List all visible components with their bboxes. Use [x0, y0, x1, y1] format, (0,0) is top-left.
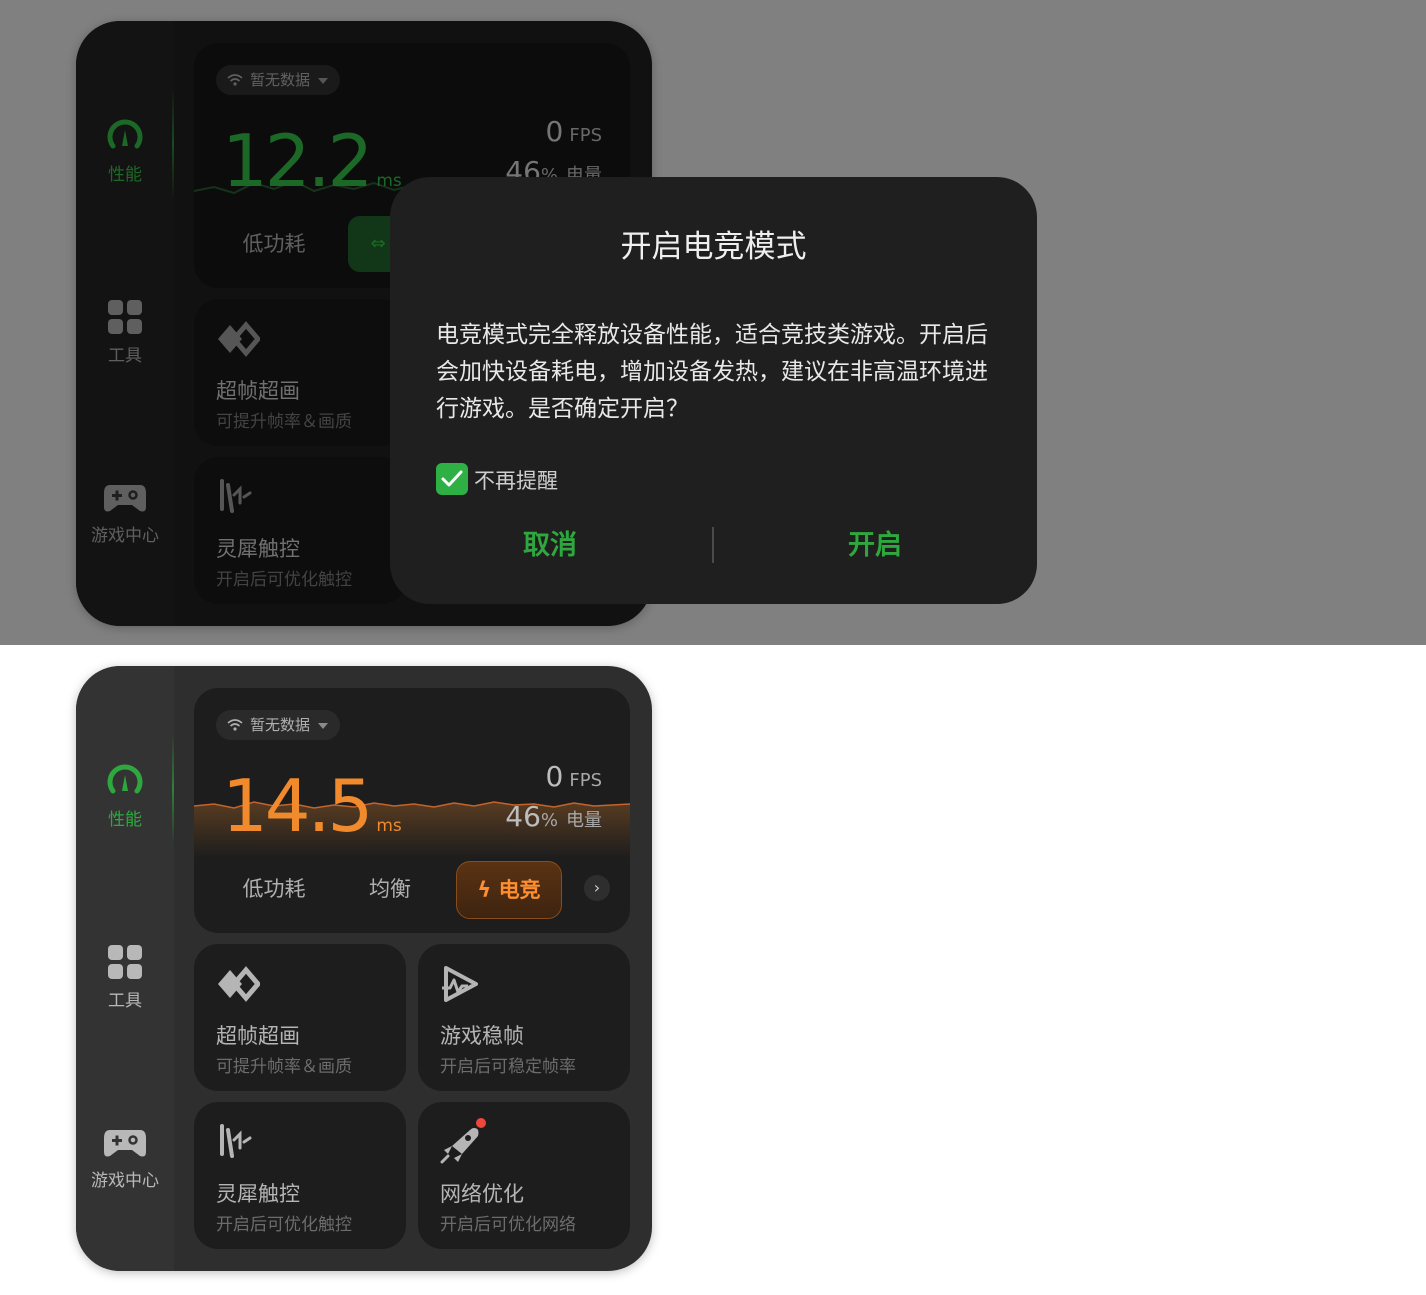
dialog-title: 开启电竞模式 [620, 229, 807, 265]
gamepad-icon [104, 1130, 146, 1157]
chevron-down-icon [318, 723, 329, 729]
battery-percent-sign: % [540, 810, 558, 831]
notification-badge [476, 1118, 486, 1128]
nav-performance-label: 性能 [108, 810, 142, 830]
fps-unit: FPS [569, 770, 602, 791]
card-super-frame[interactable]: 超帧超画 可提升帧率＆画质 [194, 944, 406, 1091]
card-touch-sub: 开启后可优化触控 [216, 1215, 352, 1235]
play-pulse-icon [442, 966, 478, 1002]
mode-low-power[interactable]: 低功耗 [224, 861, 324, 917]
mode-balanced[interactable]: 均衡 [350, 861, 430, 917]
performance-monitor: 暂无数据 14.5 ms 0 FPS 46% 电量 低功耗 均衡 ϟ 电竞 › [194, 688, 630, 933]
dont-remind-label[interactable]: 不再提醒 [474, 465, 558, 495]
latency-unit: ms [376, 816, 402, 836]
card-super-frame-title: 超帧超画 [216, 1024, 300, 1048]
nav-tools-label: 工具 [108, 991, 142, 1011]
mode-esports[interactable]: ϟ 电竞 [456, 861, 562, 919]
cancel-button[interactable]: 取消 [450, 523, 650, 562]
grid-icon [108, 945, 142, 979]
nav-game-center[interactable]: 游戏中心 [76, 1122, 174, 1191]
nav-game-center-label: 游戏中心 [91, 1171, 159, 1191]
card-network-title: 网络优化 [440, 1182, 524, 1206]
touch-wave-icon [220, 1124, 252, 1158]
latency-number: 14.5 [222, 764, 373, 848]
dont-remind-checkbox[interactable] [436, 463, 468, 495]
latency-value: 14.5 ms [222, 766, 402, 866]
button-divider [712, 527, 714, 563]
esports-mode-dialog: 开启电竞模式 电竞模式完全释放设备性能，适合竞技类游戏。开启后会加快设备耗电，增… [390, 177, 1037, 604]
dialog-body: 电竞模式完全释放设备性能，适合竞技类游戏。开启后会加快设备耗电，增加设备发热，建… [436, 322, 988, 422]
chevron-right-icon[interactable]: › [584, 875, 610, 901]
card-touch-title: 灵犀触控 [216, 1182, 300, 1206]
card-network-sub: 开启后可优化网络 [440, 1215, 576, 1235]
fps-value: 0 [545, 760, 564, 793]
checkmark-icon [441, 470, 463, 487]
fps-readout: 0 FPS [546, 760, 602, 793]
card-stable-frame[interactable]: 游戏稳帧 开启后可稳定帧率 [418, 944, 630, 1091]
lightning-icon: ϟ [477, 878, 492, 902]
battery-readout: 46% 电量 [505, 800, 602, 833]
wifi-icon [227, 719, 243, 731]
battery-label: 电量 [566, 810, 602, 831]
mode-esports-label: 电竞 [498, 878, 541, 902]
network-status-chip[interactable]: 暂无数据 [216, 710, 341, 740]
card-touch[interactable]: 灵犀触控 开启后可优化触控 [194, 1102, 406, 1249]
card-super-frame-sub: 可提升帧率＆画质 [216, 1057, 352, 1077]
card-stable-frame-title: 游戏稳帧 [440, 1024, 524, 1048]
nav-tools[interactable]: 工具 [76, 942, 174, 1011]
speedometer-icon [107, 764, 143, 794]
network-status-text: 暂无数据 [250, 716, 311, 734]
diamond-link-icon [218, 966, 260, 1002]
battery-value: 46 [505, 800, 541, 833]
card-network[interactable]: 网络优化 开启后可优化网络 [418, 1102, 630, 1249]
nav-performance[interactable]: 性能 [76, 761, 174, 830]
game-panel: 性能 工具 游戏中心 暂无数据 14.5 ms 0 FPS 46% 电量 低功耗… [76, 666, 652, 1271]
rocket-icon [440, 1128, 479, 1164]
card-stable-frame-sub: 开启后可稳定帧率 [440, 1057, 576, 1077]
confirm-button[interactable]: 开启 [775, 523, 975, 562]
